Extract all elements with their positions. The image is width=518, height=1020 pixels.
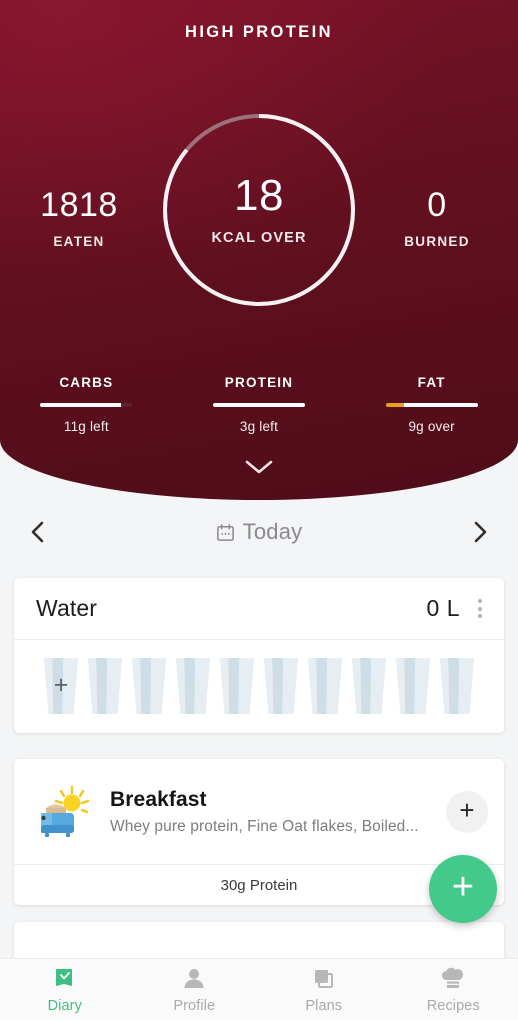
date-display[interactable]: Today — [216, 519, 303, 545]
macro-carbs-label: CARBS — [59, 375, 114, 390]
water-glass[interactable] — [263, 658, 299, 714]
date-navigation: Today — [0, 506, 518, 558]
water-glass-band — [272, 658, 284, 714]
macro-fat-remaining: 9g over — [408, 418, 455, 434]
water-glass-band — [316, 658, 328, 714]
meal-title: Breakfast — [110, 787, 207, 811]
water-glasses-row: + — [14, 640, 504, 732]
toaster-sunrise-icon — [34, 781, 96, 843]
water-menu-button[interactable] — [474, 593, 486, 624]
water-title: Water — [36, 595, 97, 621]
water-glass[interactable] — [175, 658, 211, 714]
macro-fat-fill — [385, 403, 405, 407]
kebab-dot — [478, 606, 482, 611]
macro-summary: CARBS 11g left PROTEIN 3g left FAT 9g ov… — [0, 375, 518, 434]
stat-burned: 0 BURNED — [362, 188, 512, 249]
stat-burned-value: 0 — [427, 186, 447, 224]
water-glass[interactable] — [307, 658, 343, 714]
water-glass-band — [184, 658, 196, 714]
nav-item-diary[interactable]: Diary — [0, 966, 130, 1014]
stat-eaten: 1818 EATEN — [4, 188, 154, 249]
meal-text: Breakfast Whey pure protein, Fine Oat fl… — [96, 788, 446, 836]
diary-book-icon — [55, 968, 72, 986]
water-glass-band — [360, 658, 372, 714]
chevron-left-icon — [31, 521, 44, 543]
water-glass[interactable] — [219, 658, 255, 714]
macro-protein[interactable]: PROTEIN 3g left — [173, 375, 346, 434]
macro-protein-remaining: 3g left — [239, 418, 279, 434]
water-card: Water 0 L + — [14, 578, 504, 733]
calorie-ring[interactable]: 18 KCAL OVER — [159, 110, 359, 310]
date-label: Today — [242, 519, 303, 544]
water-glass[interactable] — [131, 658, 167, 714]
meal-card-main: Breakfast Whey pure protein, Fine Oat fl… — [14, 759, 504, 864]
water-glass-band — [404, 658, 416, 714]
nav-label-plans: Plans — [305, 997, 343, 1014]
page-title: HIGH PROTEIN — [185, 23, 333, 41]
plus-icon: + — [451, 866, 475, 908]
chevron-right-icon — [474, 521, 487, 543]
water-card-header: Water 0 L — [14, 578, 504, 640]
macro-carbs-fill — [40, 403, 122, 407]
meal-items-summary: Whey pure protein, Fine Oat flakes, Boil… — [110, 817, 419, 835]
chef-hat-icon — [442, 967, 464, 988]
calorie-ring-label: KCAL OVER — [211, 230, 307, 246]
calendar-icon — [216, 523, 234, 541]
water-glass-band — [228, 658, 240, 714]
nav-label-diary: Diary — [47, 997, 82, 1014]
person-icon — [184, 968, 204, 988]
chevron-down-icon — [245, 460, 273, 474]
water-glass-band — [140, 658, 152, 714]
previous-day-button[interactable] — [22, 514, 54, 550]
macro-protein-label: PROTEIN — [224, 375, 294, 390]
macro-fat[interactable]: FAT 9g over — [345, 375, 518, 434]
plus-icon: + — [53, 670, 69, 699]
macro-protein-fill — [213, 403, 305, 407]
stat-burned-label: BURNED — [404, 234, 470, 249]
water-glass[interactable] — [87, 658, 123, 714]
next-day-button[interactable] — [464, 514, 496, 550]
add-entry-fab[interactable]: + — [429, 855, 497, 923]
calorie-ring-center: 18 KCAL OVER — [159, 110, 359, 310]
calorie-summary-header: HIGH PROTEIN 1818 EATEN 0 BURNED 18 KCAL… — [0, 0, 518, 500]
nav-item-profile[interactable]: Profile — [130, 966, 260, 1014]
kebab-dot — [478, 599, 482, 603]
macro-protein-bar — [213, 403, 305, 407]
water-glass[interactable] — [351, 658, 387, 714]
macro-carbs-remaining: 11g left — [63, 418, 109, 434]
macro-fat-label: FAT — [417, 375, 446, 390]
macro-carbs[interactable]: CARBS 11g left — [0, 375, 173, 434]
nav-item-plans[interactable]: Plans — [259, 966, 389, 1014]
macro-fat-bar — [385, 403, 478, 407]
water-glass-band — [96, 658, 108, 714]
macro-fat-fill-secondary — [404, 403, 478, 407]
water-amount: 0 L — [426, 595, 460, 621]
nav-label-profile: Profile — [173, 997, 216, 1014]
water-glass[interactable]: + — [43, 658, 79, 714]
add-food-to-breakfast-button[interactable]: + — [446, 790, 488, 833]
expand-header-button[interactable] — [0, 458, 518, 476]
calorie-ring-value: 18 — [234, 171, 284, 220]
kebab-dot — [478, 614, 482, 618]
water-glass-band — [448, 658, 460, 714]
water-glass[interactable] — [395, 658, 431, 714]
stacked-cards-icon — [314, 969, 333, 988]
nav-item-recipes[interactable]: Recipes — [389, 966, 518, 1014]
macro-carbs-bar — [40, 403, 133, 407]
water-glass[interactable] — [439, 658, 475, 714]
stat-eaten-label: EATEN — [53, 234, 105, 249]
bottom-navigation: Diary Profile Plans Recipes — [0, 958, 518, 1020]
app-root: HIGH PROTEIN 1818 EATEN 0 BURNED 18 KCAL… — [0, 0, 518, 1020]
stat-eaten-value: 1818 — [40, 186, 118, 224]
plus-icon: + — [459, 795, 475, 825]
nav-label-recipes: Recipes — [426, 997, 480, 1014]
